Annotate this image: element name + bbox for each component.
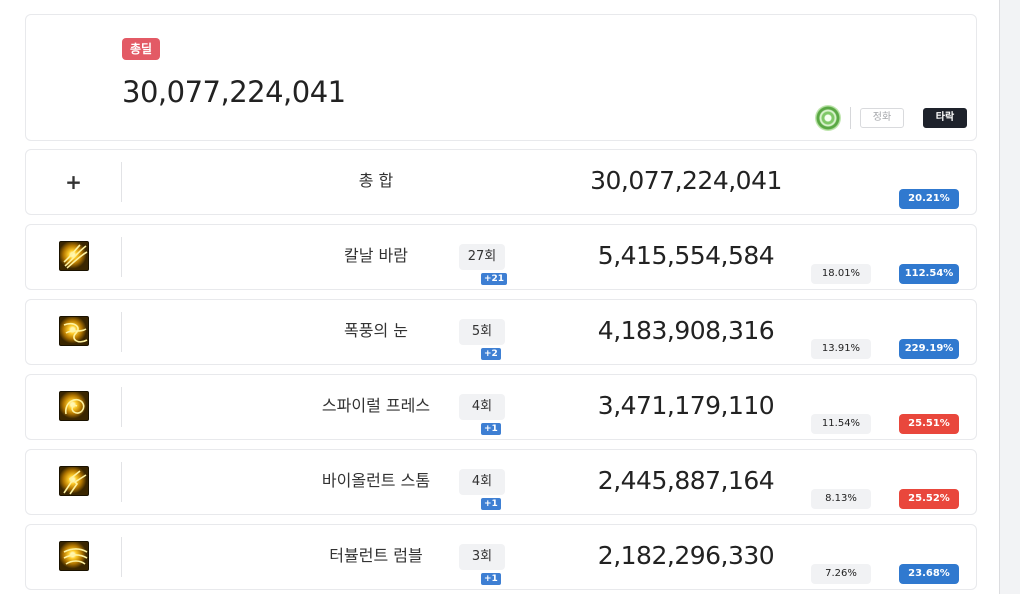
hit-count: 27회: [459, 244, 505, 270]
damage-share: 8.13%: [811, 489, 871, 509]
row-divider: [121, 312, 122, 352]
skill-row: 칼날 바람 27회 +21 5,415,554,584 18.01% 112.54%: [25, 224, 977, 290]
panel-right-border: [999, 0, 1000, 594]
plus-icon[interactable]: +: [26, 150, 121, 214]
percent-badge: 229.19%: [899, 339, 959, 359]
total-damage-value: 30,077,224,041: [122, 75, 346, 109]
skill-row: 폭풍의 눈 5회 +2 4,183,908,316 13.91% 229.19%: [25, 299, 977, 365]
spiral-press-icon: [59, 391, 89, 421]
percent-badge: 112.54%: [899, 264, 959, 284]
purify-toggle-button[interactable]: 정화: [860, 108, 904, 128]
hit-count: 5회: [459, 319, 505, 345]
hit-count-delta: +1: [481, 498, 501, 510]
corrupt-toggle-button[interactable]: 타락: [923, 108, 967, 128]
skill-damage: 4,183,908,316: [597, 316, 775, 345]
blade-wind-icon: [59, 241, 89, 271]
skill-damage: 2,182,296,330: [597, 541, 775, 570]
row-divider: [121, 462, 122, 502]
skill-damage: 2,445,887,164: [597, 466, 775, 495]
skill-damage: 3,471,179,110: [597, 391, 775, 420]
toggle-divider: [850, 107, 851, 129]
total-row-damage: 30,077,224,041: [590, 166, 782, 195]
row-divider: [121, 537, 122, 577]
damage-share: 18.01%: [811, 264, 871, 284]
total-row-percent-badge: 20.21%: [899, 189, 959, 209]
summary-card: 총딜 30,077,224,041 정화 타락: [25, 14, 977, 141]
hit-count-delta: +21: [481, 273, 508, 285]
damage-share: 11.54%: [811, 414, 871, 434]
damage-panel: 총딜 30,077,224,041 정화 타락 + 총 합 30,077,224…: [0, 0, 1000, 594]
violent-storm-icon: [59, 466, 89, 496]
green-orb-skill-icon: [815, 105, 841, 131]
damage-share: 7.26%: [811, 564, 871, 584]
hit-count: 4회: [459, 469, 505, 495]
percent-badge: 25.52%: [899, 489, 959, 509]
percent-badge: 25.51%: [899, 414, 959, 434]
skill-damage: 5,415,554,584: [597, 241, 775, 270]
turbulent-rumble-icon: [59, 541, 89, 571]
row-divider: [121, 237, 122, 277]
skill-row: 바이올런트 스톰 4회 +1 2,445,887,164 8.13% 25.52%: [25, 449, 977, 515]
damage-share: 13.91%: [811, 339, 871, 359]
storm-eye-icon: [59, 316, 89, 346]
total-row-label: 총 합: [358, 171, 394, 190]
skill-row: 스파이럴 프레스 4회 +1 3,471,179,110 11.54% 25.51%: [25, 374, 977, 440]
hit-count-delta: +1: [481, 423, 501, 435]
total-row: + 총 합 30,077,224,041 20.21%: [25, 149, 977, 215]
hit-count-delta: +1: [481, 573, 501, 585]
hit-count-delta: +2: [481, 348, 501, 360]
hit-count: 3회: [459, 544, 505, 570]
row-divider: [121, 387, 122, 427]
percent-badge: 23.68%: [899, 564, 959, 584]
total-damage-badge: 총딜: [122, 38, 161, 60]
hit-count: 4회: [459, 394, 505, 420]
skill-row: 터뷸런트 럼블 3회 +1 2,182,296,330 7.26% 23.68%: [25, 524, 977, 590]
row-divider: [121, 162, 122, 202]
